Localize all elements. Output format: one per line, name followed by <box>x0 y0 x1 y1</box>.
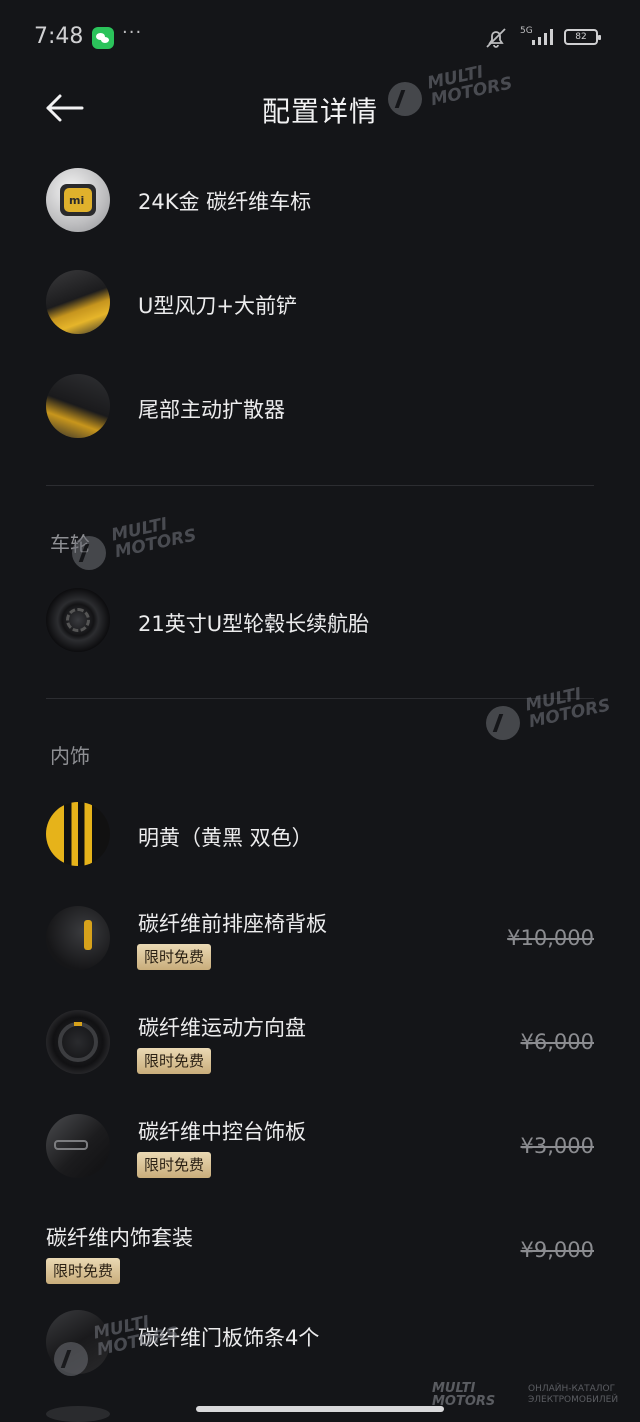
wheel-thumbnail <box>46 588 110 652</box>
footer-watermark-caption: ОНЛАЙН-КАТАЛОГ ЭЛЕКТРОМОБИЛЕЙ <box>528 1384 619 1405</box>
original-price: ¥6,000 <box>520 1030 594 1054</box>
battery-icon: 82 <box>564 29 601 45</box>
package-title: 碳纤维内饰套装 <box>46 1226 193 1250</box>
page-title: 配置详情 <box>261 95 378 128</box>
section-title-interior: 内饰 <box>50 744 90 768</box>
watermark-text: MULTI MOTORS <box>109 514 199 563</box>
list-item-steering-wheel: 碳纤维运动方向盘 限时免费 ¥6,000 <box>0 990 640 1094</box>
list-item-wheel: 21英寸U型轮毂长续航胎 <box>0 570 640 674</box>
bell-off-icon <box>486 28 506 48</box>
limited-free-badge: 限时免费 <box>137 944 212 970</box>
next-item-thumbnail <box>46 1406 110 1422</box>
steering-wheel-thumbnail <box>46 1010 110 1074</box>
limited-free-badge: 限时免费 <box>137 1048 212 1074</box>
original-price: ¥10,000 <box>507 926 594 950</box>
watermark-text: MULTI MOTORS <box>523 684 613 733</box>
battery-level: 82 <box>575 32 587 42</box>
more-notifications-icon: ··· <box>122 22 143 43</box>
gold-badge-icon: mi <box>46 168 110 232</box>
signal-strength-icon <box>532 29 553 45</box>
original-price: ¥9,000 <box>520 1238 594 1262</box>
item-label: 碳纤维中控台饰板 <box>138 1120 306 1144</box>
package-carbon-interior: 碳纤维内饰套装 限时免费 ¥9,000 <box>0 1206 640 1310</box>
seat-back-thumbnail <box>46 906 110 970</box>
list-item-seat-back: 碳纤维前排座椅背板 限时免费 ¥10,000 <box>0 886 640 990</box>
item-label: 尾部主动扩散器 <box>138 398 285 422</box>
item-label: 24K金 碳纤维车标 <box>138 190 312 214</box>
divider <box>46 698 594 699</box>
list-item-gold-badge: mi 24K金 碳纤维车标 <box>0 148 640 252</box>
list-item-interior-color: 明黄（黄黑 双色） <box>0 782 640 886</box>
wechat-icon <box>92 27 114 49</box>
color-swatch-icon <box>46 802 110 866</box>
list-item-console-trim: 碳纤维中控台饰板 限时免费 ¥3,000 <box>0 1094 640 1198</box>
item-label: U型风刀+大前铲 <box>138 294 297 318</box>
home-indicator[interactable] <box>196 1406 444 1412</box>
item-label: 碳纤维运动方向盘 <box>138 1016 306 1040</box>
divider <box>46 485 594 486</box>
console-trim-thumbnail <box>46 1114 110 1178</box>
front-bumper-thumbnail <box>46 270 110 334</box>
item-label: 明黄（黄黑 双色） <box>138 826 313 850</box>
list-item-rear-diffuser: 尾部主动扩散器 <box>0 356 640 460</box>
list-item-front-bumper: U型风刀+大前铲 <box>0 252 640 356</box>
item-label: 21英寸U型轮毂长续航胎 <box>138 612 370 636</box>
footer-watermark-logo: MULTI MOTORS <box>432 1381 496 1409</box>
footer-watermark: MULTI MOTORS ОНЛАЙН-КАТАЛОГ ЭЛЕКТРОМОБИЛЕЙ <box>432 1380 632 1414</box>
status-time: 7:48 <box>34 24 84 49</box>
original-price: ¥3,000 <box>520 1134 594 1158</box>
header: 配置详情 <box>0 76 640 140</box>
rear-diffuser-thumbnail <box>46 374 110 438</box>
limited-free-badge: 限时免费 <box>46 1258 121 1284</box>
item-label: 碳纤维前排座椅背板 <box>138 912 327 936</box>
limited-free-badge: 限时免费 <box>137 1152 212 1178</box>
status-bar: 7:48 ··· 5G 82 <box>0 0 640 76</box>
